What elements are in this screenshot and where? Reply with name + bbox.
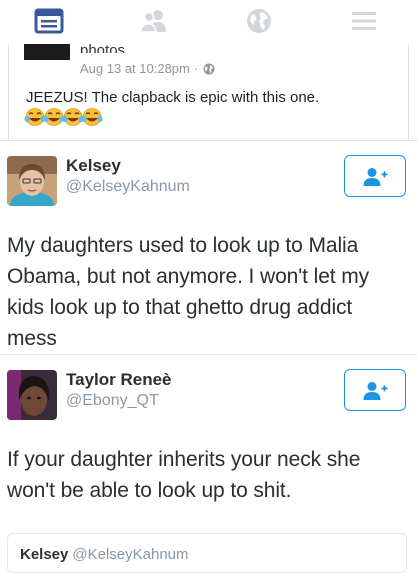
- globe-icon[interactable]: [244, 6, 274, 36]
- add-user-icon: [363, 168, 388, 186]
- post-text: JEEZUS! The clapback is epic with this o…: [26, 89, 320, 106]
- photo-thumbnail[interactable]: [24, 44, 70, 60]
- post-date-text: Aug 13 at 10:28pm ·: [80, 61, 198, 76]
- user-name[interactable]: Kelsey: [66, 156, 121, 176]
- public-globe-icon: [203, 63, 215, 78]
- quoted-user-name: Kelsey: [20, 546, 69, 563]
- friends-icon[interactable]: [139, 6, 169, 36]
- tweet-text: My daughters used to look up to Malia Ob…: [7, 234, 370, 350]
- news-feed-icon[interactable]: [34, 6, 64, 36]
- facebook-post: photos. Aug 13 at 10:28pm · JEEZUS! The …: [0, 42, 417, 141]
- follow-button[interactable]: [344, 155, 406, 197]
- photos-label: photos.: [80, 42, 130, 53]
- user-handle[interactable]: @Ebony_QT: [66, 392, 159, 410]
- user-name[interactable]: Taylor Reneè: [66, 370, 172, 390]
- quoted-user-handle: @KelseyKahnum: [72, 546, 189, 563]
- quoted-user: Kelsey @KelseyKahnum: [20, 546, 189, 563]
- emoji-row: [24, 107, 103, 129]
- avatar[interactable]: [7, 156, 57, 206]
- tweet-taylor: Taylor Reneè @Ebony_QT If your daughter …: [0, 355, 417, 531]
- avatar[interactable]: [7, 370, 57, 420]
- follow-button[interactable]: [344, 369, 406, 411]
- add-user-icon: [363, 382, 388, 400]
- tweet-kelsey: Kelsey @KelseyKahnum My daughters used t…: [0, 141, 417, 354]
- crying-laughing-emoji: [81, 107, 103, 127]
- tweet-text: If your daughter inherits your neck she …: [7, 448, 361, 502]
- user-handle[interactable]: @KelseyKahnum: [66, 178, 190, 196]
- post-border-left: [8, 44, 9, 140]
- menu-icon[interactable]: [349, 6, 379, 36]
- post-border-right: [408, 44, 409, 140]
- quoted-tweet-card[interactable]: Kelsey @KelseyKahnum: [7, 533, 407, 573]
- post-timestamp[interactable]: Aug 13 at 10:28pm ·: [80, 61, 215, 78]
- top-nav-bar: [0, 0, 417, 45]
